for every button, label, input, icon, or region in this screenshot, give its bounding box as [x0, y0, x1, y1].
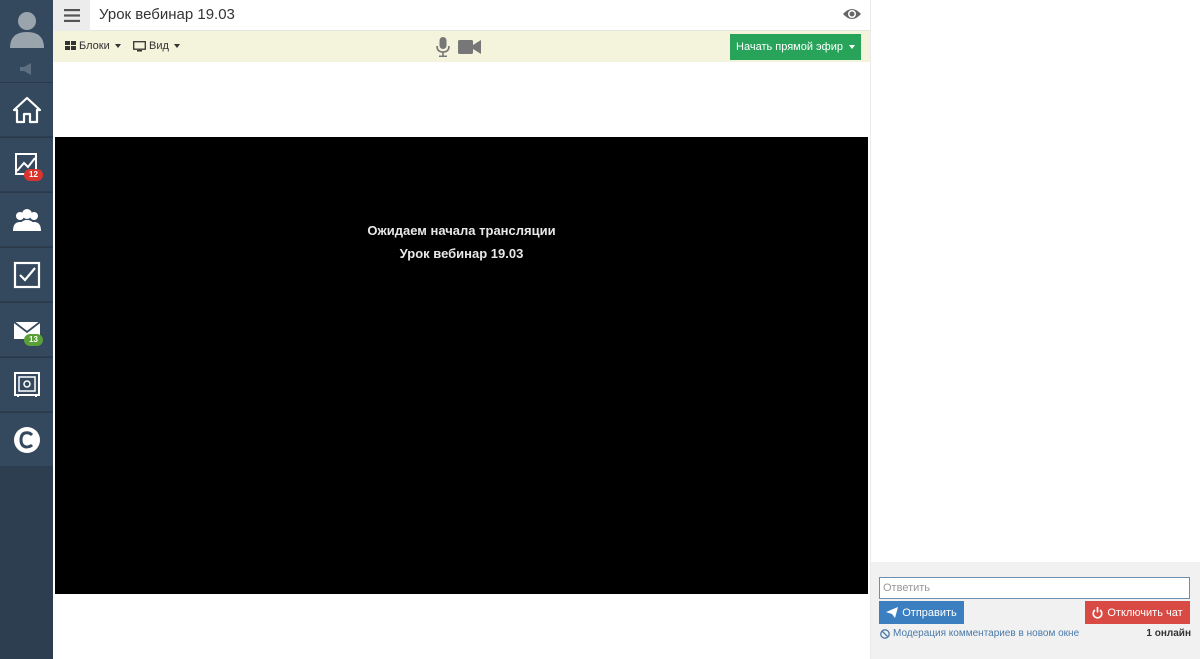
chevron-down-icon [173, 44, 180, 48]
home-icon [12, 96, 41, 123]
video-camera-icon [458, 40, 481, 54]
left-sidebar: 12 13 [0, 0, 53, 659]
blocks-label: Блоки [79, 40, 110, 52]
sidebar-item-home[interactable] [0, 82, 53, 136]
users-icon [12, 208, 41, 231]
online-count: 1 онлайн [1146, 628, 1191, 639]
user-avatar-icon [9, 11, 44, 48]
page-title: Урок вебинар 19.03 [99, 6, 235, 23]
paper-plane-icon [886, 607, 899, 618]
megaphone-icon [19, 62, 31, 75]
microphone-button[interactable] [436, 37, 450, 62]
blocks-dropdown[interactable]: Блоки [65, 40, 121, 52]
grid-icon [65, 41, 76, 50]
send-label: Отправить [902, 606, 957, 619]
chevron-down-icon [114, 44, 121, 48]
ban-icon [880, 628, 890, 639]
sidebar-item-statistics[interactable]: 12 [0, 137, 53, 191]
sidebar-item-tasks[interactable] [0, 247, 53, 301]
view-dropdown[interactable]: Вид [133, 40, 180, 52]
sidebar-item-skype[interactable] [0, 412, 53, 466]
eye-icon [843, 9, 861, 19]
statistics-badge: 12 [24, 169, 43, 181]
sidebar-item-users[interactable] [0, 192, 53, 246]
power-icon [1092, 606, 1103, 619]
announcement-button[interactable] [0, 55, 53, 82]
disable-chat-button[interactable]: Отключить чат [1085, 601, 1190, 624]
send-button[interactable]: Отправить [879, 601, 964, 624]
hamburger-icon [63, 9, 80, 22]
menu-toggle-button[interactable] [53, 0, 90, 31]
start-live-label: Начать прямой эфир [736, 41, 843, 53]
safe-icon [13, 371, 40, 397]
disable-chat-label: Отключить чат [1107, 606, 1183, 619]
skype-icon [13, 426, 40, 453]
waiting-message: Ожидаем начала трансляции [367, 223, 556, 238]
chat-footer: Отправить Отключить чат Модерация коммен… [871, 562, 1200, 659]
checkbox-icon [13, 261, 40, 288]
user-avatar[interactable] [0, 0, 53, 55]
mail-badge: 13 [24, 334, 43, 346]
toolbar: Блоки Вид Начать прямой эфир [53, 31, 870, 62]
sidebar-item-mail[interactable]: 13 [0, 302, 53, 356]
moderation-link[interactable]: Модерация комментариев в новом окне [880, 628, 1079, 639]
moderation-label: Модерация комментариев в новом окне [893, 628, 1080, 639]
reply-input[interactable] [879, 577, 1190, 599]
microphone-icon [436, 37, 450, 57]
view-label: Вид [149, 40, 169, 52]
chat-panel: Отправить Отключить чат Модерация коммен… [870, 0, 1200, 659]
camera-button[interactable] [458, 40, 481, 59]
sidebar-item-safe[interactable] [0, 357, 53, 411]
view-toggle-button[interactable] [842, 6, 862, 27]
video-webinar-title: Урок вебинар 19.03 [399, 246, 524, 261]
header-bar: Урок вебинар 19.03 [53, 0, 870, 31]
chevron-down-icon [848, 45, 855, 49]
monitor-icon [133, 40, 146, 51]
start-live-button[interactable]: Начать прямой эфир [730, 34, 861, 60]
video-player[interactable]: Ожидаем начала трансляции Урок вебинар 1… [55, 137, 868, 594]
